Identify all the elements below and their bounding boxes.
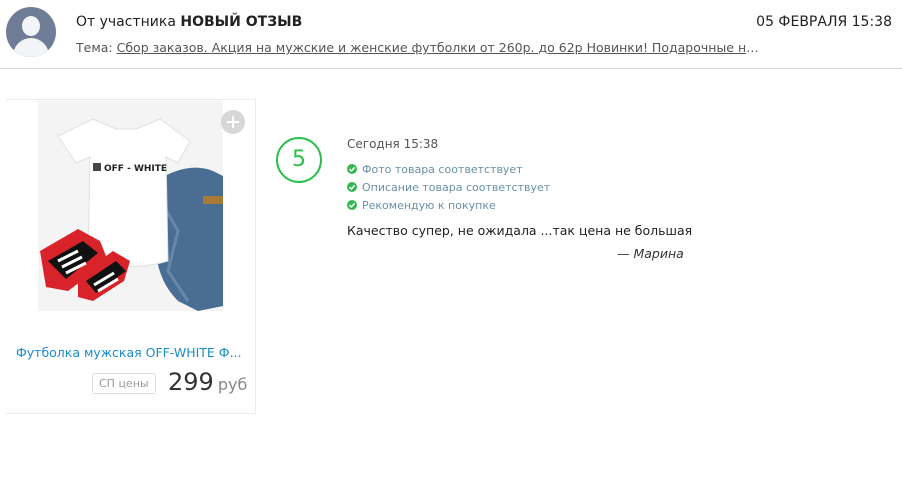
product-card: OFF - WHITE Футболка мужская OFF-WHITE Ф… bbox=[6, 99, 256, 414]
review-date: Сегодня 15:38 bbox=[347, 137, 439, 151]
check-item-photo: Фото товара соответствует bbox=[347, 161, 707, 179]
notification-topic: Тема: Сбор заказов. Акция на мужские и ж… bbox=[76, 40, 766, 55]
check-label: Фото товара соответствует bbox=[362, 163, 523, 176]
avatar-head-shape bbox=[22, 16, 40, 36]
rating-circle: 5 bbox=[276, 137, 322, 183]
check-label: Описание товара соответствует bbox=[362, 181, 551, 194]
notification-from: От участника НОВЫЙ ОТЗЫВ bbox=[76, 14, 302, 30]
check-icon bbox=[347, 182, 357, 192]
product-image[interactable]: OFF - WHITE bbox=[38, 101, 223, 311]
topic-link[interactable]: Сбор заказов. Акция на мужские и женские… bbox=[117, 40, 766, 55]
notification-date: 05 ФЕВРАЛЯ 15:38 bbox=[756, 14, 892, 30]
price-value: 299 bbox=[168, 368, 214, 396]
price-currency: руб bbox=[217, 375, 248, 394]
from-prefix: От участника bbox=[76, 14, 176, 30]
avatar-body-shape bbox=[13, 38, 49, 57]
notification-header: От участника НОВЫЙ ОТЗЫВ 05 ФЕВРАЛЯ 15:3… bbox=[0, 0, 902, 69]
check-item-recommend: Рекомендую к покупке bbox=[347, 197, 707, 215]
check-label: Рекомендую к покупке bbox=[362, 199, 496, 212]
review-author: — Марина bbox=[617, 246, 684, 261]
review-text: Качество супер, не ожидала ...так цена н… bbox=[347, 223, 693, 238]
topic-label: Тема: bbox=[76, 40, 117, 55]
product-photo: OFF - WHITE bbox=[38, 101, 223, 311]
tshirt-print-text: OFF - WHITE bbox=[104, 164, 167, 174]
review-block: Сегодня 15:38 Фото товара соответствует … bbox=[347, 137, 707, 261]
product-price: 299 руб bbox=[168, 368, 247, 396]
plus-circle-icon[interactable] bbox=[221, 110, 245, 134]
check-item-description: Описание товара соответствует bbox=[347, 179, 707, 197]
from-event: НОВЫЙ ОТЗЫВ bbox=[180, 14, 303, 30]
product-title-link[interactable]: Футболка мужская OFF-WHITE Ф... bbox=[16, 345, 248, 360]
sp-price-badge: СП цены bbox=[92, 373, 156, 394]
check-icon bbox=[347, 200, 357, 210]
avatar[interactable] bbox=[6, 7, 56, 57]
check-icon bbox=[347, 164, 357, 174]
